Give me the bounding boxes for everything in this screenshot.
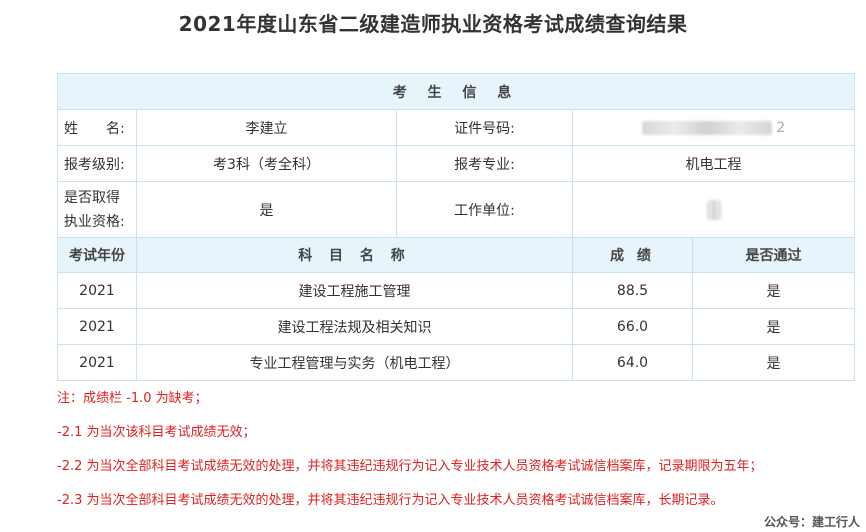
row-subject: 专业工程管理与实务（机电工程） bbox=[136, 344, 573, 381]
row-subject: 建设工程施工管理 bbox=[136, 272, 573, 309]
col-score: 成 绩 bbox=[572, 237, 693, 273]
name-label: 姓 名: bbox=[57, 109, 137, 146]
page-title: 2021年度山东省二级建造师执业资格考试成绩查询结果 bbox=[178, 12, 688, 36]
id-value: 2 bbox=[572, 109, 855, 146]
qualified-label: 是否取得执业资格: bbox=[57, 181, 137, 238]
watermark: 公众号：建工行人 bbox=[763, 515, 860, 529]
col-year: 考试年份 bbox=[57, 237, 137, 273]
id-visible-digit: 2 bbox=[776, 119, 786, 136]
table-row: 2021 建设工程施工管理 88.5 是 bbox=[57, 272, 855, 309]
note-line: -2.1 为当次该科目考试成绩无效； bbox=[57, 425, 256, 440]
row-subject: 建设工程法规及相关知识 bbox=[136, 308, 573, 345]
employer-label: 工作单位: bbox=[396, 181, 573, 238]
info-row-name: 姓 名: 李建立 证件号码: 2 bbox=[57, 109, 855, 146]
row-year: 2021 bbox=[57, 308, 137, 345]
row-year: 2021 bbox=[57, 344, 137, 381]
level-label: 报考级别: bbox=[57, 145, 137, 182]
notes: 注：成绩栏 -1.0 为缺考； -2.1 为当次该科目考试成绩无效； -2.2 … bbox=[57, 388, 854, 524]
result-table: 考 生 信 息 姓 名: 李建立 证件号码: 2 报考级别: 考3科（考全科） … bbox=[57, 73, 855, 381]
section-header-row: 考 生 信 息 bbox=[57, 73, 855, 110]
qualified-value: 是 bbox=[136, 181, 397, 238]
id-label: 证件号码: bbox=[396, 109, 573, 146]
level-value: 考3科（考全科） bbox=[136, 145, 397, 182]
note-line: 注：成绩栏 -1.0 为缺考； bbox=[57, 391, 208, 406]
row-passed: 是 bbox=[692, 344, 855, 381]
info-row-qualified: 是否取得执业资格: 是 工作单位: bbox=[57, 181, 855, 238]
redacted-id bbox=[641, 120, 772, 135]
row-passed: 是 bbox=[692, 308, 855, 345]
major-value: 机电工程 bbox=[572, 145, 855, 182]
row-score: 88.5 bbox=[572, 272, 693, 309]
row-score: 66.0 bbox=[572, 308, 693, 345]
row-passed: 是 bbox=[692, 272, 855, 309]
major-label: 报考专业: bbox=[396, 145, 573, 182]
col-subject: 科 目 名 称 bbox=[136, 237, 573, 273]
col-passed: 是否通过 bbox=[692, 237, 855, 273]
note-line: -2.2 为当次全部科目考试成绩无效的处理，并将其违纪违规行为记入专业技术人员资… bbox=[57, 459, 763, 474]
section-header: 考 生 信 息 bbox=[57, 73, 855, 110]
note-line: -2.3 为当次全部科目考试成绩无效的处理，并将其违纪违规行为记入专业技术人员资… bbox=[57, 493, 724, 508]
row-score: 64.0 bbox=[572, 344, 693, 381]
table-row: 2021 专业工程管理与实务（机电工程） 64.0 是 bbox=[57, 344, 855, 381]
employer-value bbox=[572, 181, 855, 238]
table-row: 2021 建设工程法规及相关知识 66.0 是 bbox=[57, 308, 855, 345]
info-row-level: 报考级别: 考3科（考全科） 报考专业: 机电工程 bbox=[57, 145, 855, 182]
row-year: 2021 bbox=[57, 272, 137, 309]
redacted-employer bbox=[706, 199, 721, 220]
score-header-row: 考试年份 科 目 名 称 成 绩 是否通过 bbox=[57, 237, 855, 273]
name-value: 李建立 bbox=[136, 109, 397, 146]
